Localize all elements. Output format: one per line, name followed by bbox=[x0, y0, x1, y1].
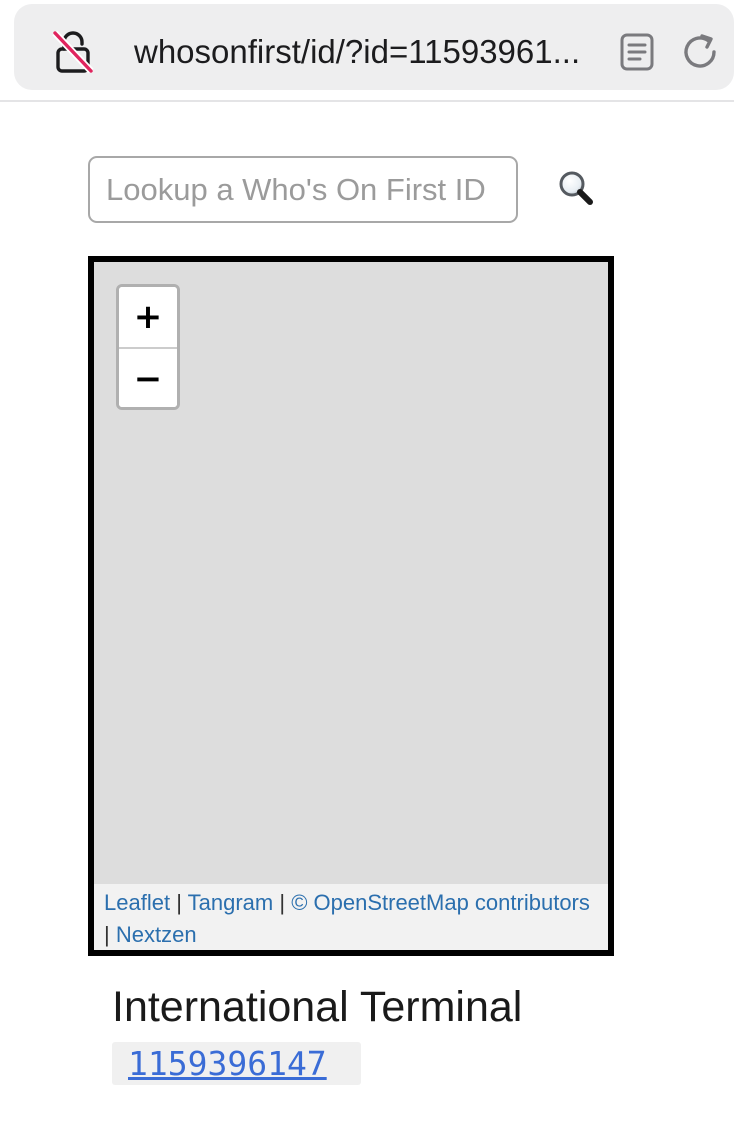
openstreetmap-link[interactable]: © OpenStreetMap contributors bbox=[291, 890, 590, 915]
zoom-out-button[interactable]: − bbox=[119, 349, 177, 407]
page: whosonfirst/id/?id=11593961... Lookup a … bbox=[0, 0, 734, 1125]
attribution-separator: | bbox=[104, 922, 110, 947]
map[interactable]: + − Leaflet | Tangram | © OpenStreetMap … bbox=[88, 256, 614, 956]
leaflet-link[interactable]: Leaflet bbox=[104, 890, 170, 915]
place-id-container: 1159396147 bbox=[112, 1042, 361, 1085]
wof-id-search-input[interactable] bbox=[88, 156, 518, 223]
tangram-link[interactable]: Tangram bbox=[188, 890, 274, 915]
map-attribution: Leaflet | Tangram | © OpenStreetMap cont… bbox=[94, 884, 608, 950]
address-bar[interactable]: whosonfirst/id/?id=11593961... bbox=[14, 4, 734, 90]
reload-icon[interactable] bbox=[678, 30, 722, 74]
zoom-control: + − bbox=[116, 284, 180, 410]
attribution-separator: | bbox=[176, 890, 182, 915]
magnifier-icon[interactable] bbox=[556, 168, 596, 208]
unlocked-lock-icon[interactable] bbox=[52, 30, 94, 74]
zoom-in-button[interactable]: + bbox=[119, 287, 177, 349]
url-text[interactable]: whosonfirst/id/?id=11593961... bbox=[134, 30, 604, 74]
place-id-link[interactable]: 1159396147 bbox=[128, 1042, 327, 1085]
nextzen-link[interactable]: Nextzen bbox=[116, 922, 197, 947]
browser-toolbar: whosonfirst/id/?id=11593961... bbox=[0, 0, 734, 102]
attribution-separator: | bbox=[279, 890, 286, 915]
place-name: International Terminal bbox=[112, 983, 523, 1031]
reader-mode-icon[interactable] bbox=[618, 32, 656, 72]
